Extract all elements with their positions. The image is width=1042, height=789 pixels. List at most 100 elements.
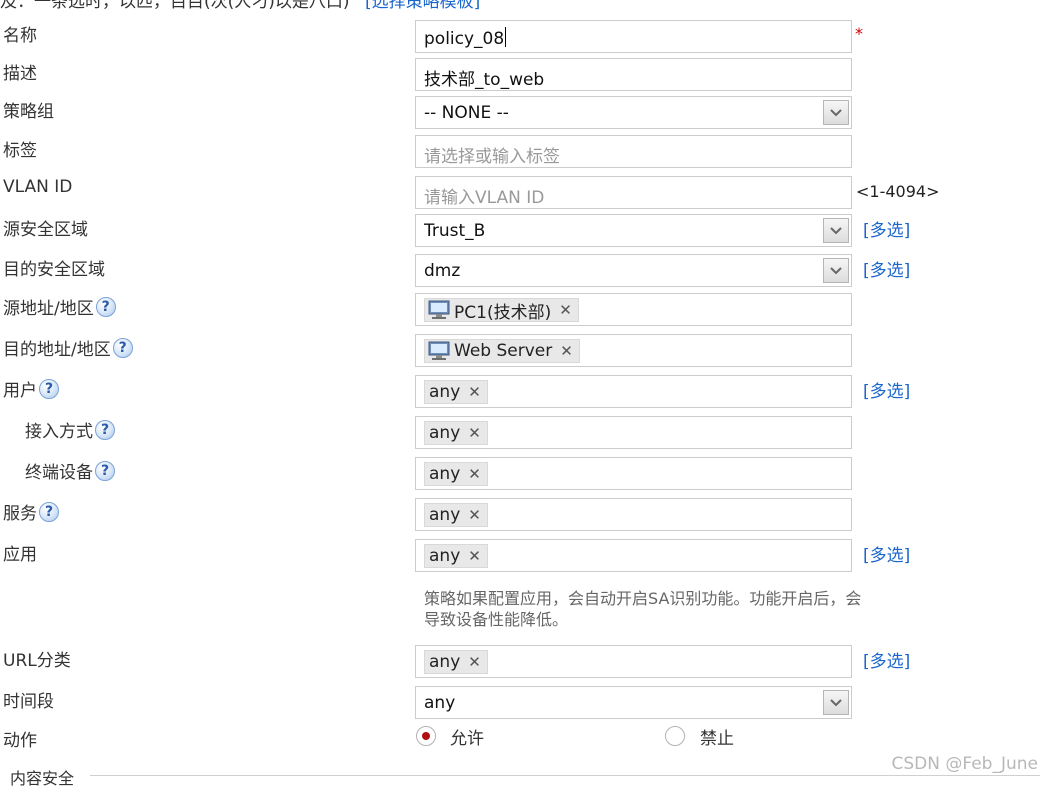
action-label: 动作 [3,731,37,751]
group-label: 策略组 [3,102,54,122]
group-select[interactable]: -- NONE -- [415,96,852,129]
action-deny-radio[interactable] [665,726,685,746]
src-addr-input[interactable]: PC1(技术部) ✕ [415,293,852,326]
vlan-range-hint: <1-4094> [856,182,940,201]
remove-icon[interactable]: ✕ [468,547,481,565]
dropdown-arrow-icon[interactable] [823,690,849,715]
select-template-link[interactable]: [选择策略模板] [365,0,480,12]
src-addr-chip: PC1(技术部) ✕ [424,298,579,323]
app-input[interactable]: any ✕ [415,539,852,572]
action-deny-label: 禁止 [700,729,734,749]
user-chip-text: any [429,382,461,402]
url-label: URL分类 [3,651,71,671]
app-multi-link[interactable]: [多选] [863,541,910,566]
remove-icon[interactable]: ✕ [559,301,572,319]
access-label: 接入方式 ? [25,417,115,442]
dropdown-arrow-icon[interactable] [823,258,849,283]
dropdown-arrow-icon[interactable] [823,218,849,243]
access-label-text: 接入方式 [25,422,93,442]
remove-icon[interactable]: ✕ [468,506,481,524]
src-addr-label-text: 源地址/地区 [3,299,94,319]
user-chip: any ✕ [424,380,488,404]
help-icon[interactable]: ? [39,378,59,399]
time-label: 时间段 [3,692,54,712]
src-zone-label: 源安全区域 [3,220,88,240]
top-hint-text: 及：一条选时，以匹，目目(次(人刁)以是八口) [0,0,350,12]
remove-icon[interactable]: ✕ [468,383,481,401]
vlan-placeholder: 请输入VLAN ID [424,188,545,208]
dst-zone-label: 目的安全区域 [3,260,105,280]
dst-addr-label: 目的地址/地区 ? [3,335,133,360]
vlan-input[interactable]: 请输入VLAN ID [415,176,852,209]
desc-input[interactable]: 技术部_to_web [415,58,852,91]
dst-zone-multi-link[interactable]: [多选] [863,256,910,281]
dst-zone-value: dmz [424,261,461,281]
time-select[interactable]: any [415,686,852,719]
computer-icon [428,300,450,319]
desc-input-value: 技术部_to_web [424,70,545,90]
service-chip-text: any [429,505,461,525]
dst-addr-input[interactable]: Web Server ✕ [415,334,852,367]
action-allow-label: 允许 [450,729,484,749]
top-hint: 及：一条选时，以匹，目目(次(人刁)以是八口) [选择策略模板] [0,0,480,12]
remove-icon[interactable]: ✕ [468,465,481,483]
group-select-value: -- NONE -- [424,103,509,123]
src-zone-value: Trust_B [424,221,486,241]
src-addr-label: 源地址/地区 ? [3,294,116,319]
url-chip: any ✕ [424,650,488,674]
app-note: 策略如果配置应用，会自动开启SA识别功能。功能开启后，会导致设备性能降低。 [424,589,862,629]
terminal-chip: any ✕ [424,462,488,486]
content-security-legend[interactable]: 内容安全 [10,765,74,789]
remove-icon[interactable]: ✕ [560,342,573,360]
remove-icon[interactable]: ✕ [468,653,481,671]
service-chip: any ✕ [424,503,488,527]
service-input[interactable]: any ✕ [415,498,852,531]
user-label-text: 用户 [3,381,37,401]
access-input[interactable]: any ✕ [415,416,852,449]
section-divider [90,775,1040,776]
terminal-input[interactable]: any ✕ [415,457,852,490]
tag-placeholder: 请选择或输入标签 [424,147,560,167]
help-icon[interactable]: ? [95,419,115,440]
terminal-chip-text: any [429,464,461,484]
terminal-label-text: 终端设备 [25,463,93,483]
desc-label: 描述 [3,64,37,84]
terminal-label: 终端设备 ? [25,458,115,483]
url-input[interactable]: any ✕ [415,645,852,678]
service-label-text: 服务 [3,504,37,524]
help-icon[interactable]: ? [112,337,133,358]
help-icon[interactable]: ? [95,296,116,317]
user-multi-link[interactable]: [多选] [863,377,910,402]
service-label: 服务 ? [3,499,59,524]
src-zone-multi-link[interactable]: [多选] [863,216,910,241]
text-caret [505,27,507,47]
dropdown-arrow-icon[interactable] [823,100,849,125]
name-input-value: policy_08 [424,29,505,49]
tag-label: 标签 [3,141,37,161]
time-select-value: any [424,693,456,713]
vlan-label: VLAN ID [3,177,73,197]
computer-icon [428,341,450,360]
access-chip-text: any [429,423,461,443]
url-multi-link[interactable]: [多选] [863,647,910,672]
user-label: 用户 ? [3,376,59,401]
user-input[interactable]: any ✕ [415,375,852,408]
dst-addr-chip: Web Server ✕ [424,339,580,363]
help-icon[interactable]: ? [95,460,115,481]
help-icon[interactable]: ? [39,501,59,522]
remove-icon[interactable]: ✕ [468,424,481,442]
app-chip-text: any [429,546,461,566]
src-zone-select[interactable]: Trust_B [415,214,852,247]
name-input[interactable]: policy_08 [415,20,852,53]
dst-addr-label-text: 目的地址/地区 [3,340,111,360]
action-allow-radio[interactable] [416,726,436,746]
dst-addr-chip-text: Web Server [454,341,553,361]
app-label: 应用 [3,545,37,565]
access-chip: any ✕ [424,421,488,445]
watermark: CSDN @Feb_June [891,754,1039,774]
name-label: 名称 [3,26,37,46]
dst-zone-select[interactable]: dmz [415,254,852,287]
tag-input[interactable]: 请选择或输入标签 [415,135,852,168]
url-chip-text: any [429,652,461,672]
app-chip: any ✕ [424,544,488,568]
